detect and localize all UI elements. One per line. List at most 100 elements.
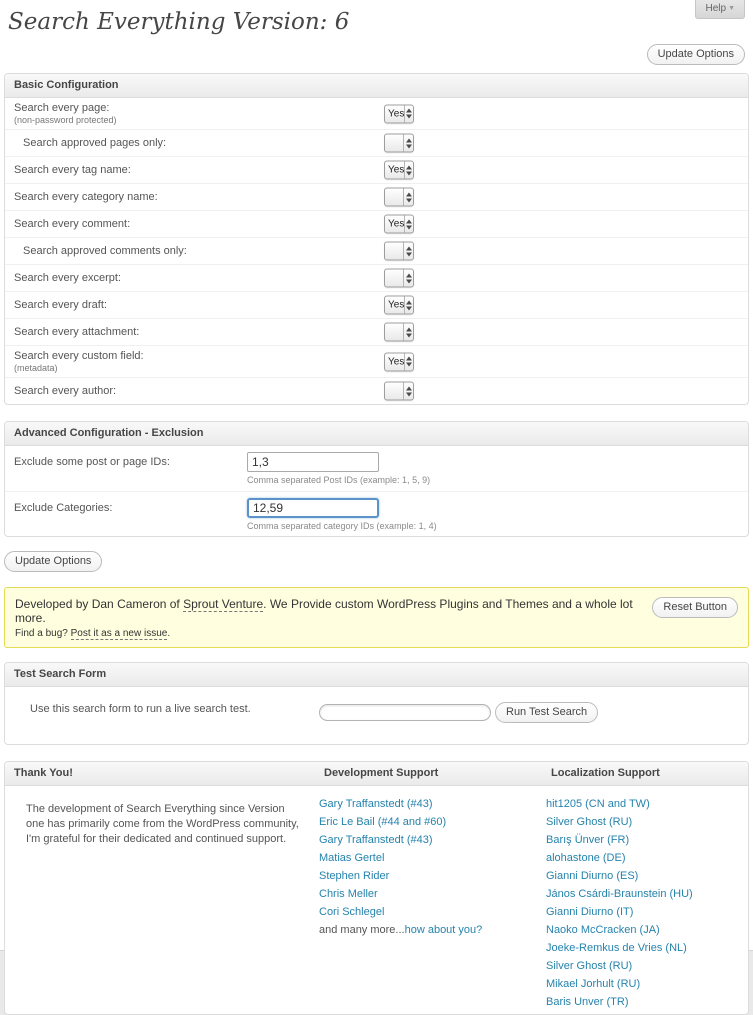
admin-page: Help▼ Search Everything Version: 6 Updat… bbox=[0, 0, 753, 951]
select-value: Yes bbox=[385, 216, 404, 233]
notice-line1: Developed by Dan Cameron of Sprout Ventu… bbox=[15, 597, 658, 625]
config-row-select[interactable]: Yes bbox=[384, 215, 414, 234]
notice-line2-pre: Find a bug? bbox=[15, 628, 71, 639]
select-stepper-icon bbox=[404, 353, 413, 370]
test-search-input[interactable] bbox=[319, 704, 491, 721]
config-row-sublabel: (non-password protected) bbox=[14, 115, 748, 125]
localization-support-link[interactable]: Silver Ghost (RU) bbox=[546, 816, 748, 828]
config-row: Search every category name: bbox=[5, 183, 748, 210]
config-row: Search every author: bbox=[5, 377, 748, 404]
config-row-label: Search every category name: bbox=[14, 191, 748, 203]
development-support-link[interactable]: Chris Meller bbox=[319, 888, 542, 900]
post-new-issue-link[interactable]: Post it as a new issue bbox=[71, 628, 168, 640]
thank-you-panel: Thank You! Development Support Localizat… bbox=[4, 761, 749, 1015]
development-support-link[interactable]: Cori Schlegel bbox=[319, 906, 542, 918]
localization-support-link[interactable]: hit1205 (CN and TW) bbox=[546, 798, 748, 810]
reset-button[interactable]: Reset Button bbox=[652, 597, 738, 618]
config-row-label: Search every draft: bbox=[14, 299, 748, 311]
chevron-down-icon: ▼ bbox=[728, 5, 735, 12]
sprout-venture-link[interactable]: Sprout Venture bbox=[183, 597, 263, 612]
exclusion-row: Exclude some post or page IDs: Comma sep… bbox=[5, 446, 748, 491]
more-line: and many more...how about you? bbox=[319, 924, 542, 936]
development-support-links: Gary Traffanstedt (#43) Eric Le Bail (#44… bbox=[315, 786, 542, 1014]
config-row-select[interactable]: Yes bbox=[384, 296, 414, 315]
test-search-description: Use this search form to run a live searc… bbox=[30, 703, 251, 715]
config-row-select[interactable] bbox=[384, 242, 414, 261]
localization-support-link[interactable]: János Csárdi-Braunstein (HU) bbox=[546, 888, 748, 900]
config-row-label: Search every comment: bbox=[14, 218, 748, 230]
select-stepper-icon bbox=[403, 135, 413, 152]
config-row-select[interactable] bbox=[384, 134, 414, 153]
config-row: Search every draft: Yes bbox=[5, 291, 748, 318]
localization-support-link[interactable]: Gianni Diurno (ES) bbox=[546, 870, 748, 882]
config-row: Search every tag name: Yes bbox=[5, 156, 748, 183]
basic-config-rows: Search every page: (non-password protect… bbox=[5, 98, 748, 404]
development-support-link[interactable]: Matias Gertel bbox=[319, 852, 542, 864]
config-row-select[interactable]: Yes bbox=[384, 104, 414, 123]
development-support-link[interactable]: Gary Traffanstedt (#43) bbox=[319, 834, 542, 846]
localization-support-link[interactable]: Baris Unver (TR) bbox=[546, 996, 748, 1008]
notice-line2-post: . bbox=[167, 628, 170, 639]
development-support-link[interactable]: Stephen Rider bbox=[319, 870, 542, 882]
thank-you-paragraph: The development of Search Everything sin… bbox=[5, 786, 315, 1014]
select-value: Yes bbox=[385, 162, 404, 179]
update-options-button-top[interactable]: Update Options bbox=[647, 44, 745, 65]
select-value: Yes bbox=[385, 353, 404, 370]
exclusion-row-field: Comma separated category IDs (example: 1… bbox=[247, 498, 437, 531]
select-value bbox=[385, 135, 403, 152]
advanced-configuration-panel: Advanced Configuration - Exclusion Exclu… bbox=[4, 421, 749, 537]
exclusion-input[interactable] bbox=[247, 452, 379, 472]
select-stepper-icon bbox=[403, 270, 413, 287]
help-label: Help bbox=[705, 3, 726, 14]
config-row: Search every page: (non-password protect… bbox=[5, 98, 748, 129]
config-row-select[interactable] bbox=[384, 188, 414, 207]
bottom-actions: Update Options bbox=[0, 537, 753, 572]
select-value bbox=[385, 189, 403, 206]
test-search-field: Run Test Search bbox=[319, 702, 598, 723]
thank-you-title: Thank You! bbox=[5, 762, 315, 785]
config-row: Search every custom field: (metadata) Ye… bbox=[5, 345, 748, 377]
config-row-label: Search every author: bbox=[14, 385, 748, 397]
select-value bbox=[385, 243, 403, 260]
top-actions: Update Options bbox=[0, 35, 753, 73]
localization-support-link[interactable]: alohastone (DE) bbox=[546, 852, 748, 864]
localization-support-link[interactable]: Mikael Jorhult (RU) bbox=[546, 978, 748, 990]
update-options-button-bottom[interactable]: Update Options bbox=[4, 551, 102, 572]
test-search-panel: Test Search Form Use this search form to… bbox=[4, 662, 749, 745]
test-search-header: Test Search Form bbox=[5, 663, 748, 687]
config-row: Search every comment: Yes bbox=[5, 210, 748, 237]
config-row-select[interactable]: Yes bbox=[384, 352, 414, 371]
run-test-search-button[interactable]: Run Test Search bbox=[495, 702, 598, 723]
select-value bbox=[385, 383, 403, 400]
config-row-label: Search every custom field: bbox=[14, 350, 748, 362]
exclusion-row: Exclude Categories: Comma separated cate… bbox=[5, 491, 748, 536]
localization-support-link[interactable]: Barış Ünver (FR) bbox=[546, 834, 748, 846]
basic-configuration-header: Basic Configuration bbox=[5, 74, 748, 98]
config-row-select[interactable] bbox=[384, 269, 414, 288]
localization-support-link[interactable]: Silver Ghost (RU) bbox=[546, 960, 748, 972]
config-row-sublabel: (metadata) bbox=[14, 363, 748, 373]
select-stepper-icon bbox=[404, 297, 413, 314]
exclusion-helper-text: Comma separated Post IDs (example: 1, 5,… bbox=[247, 475, 430, 485]
localization-support-link[interactable]: Joeke-Remkus de Vries (NL) bbox=[546, 942, 748, 954]
how-about-you-link[interactable]: how about you? bbox=[405, 924, 483, 936]
config-row: Search approved pages only: bbox=[5, 129, 748, 156]
select-stepper-icon bbox=[404, 216, 413, 233]
config-row-select[interactable]: Yes bbox=[384, 161, 414, 180]
select-stepper-icon bbox=[403, 189, 413, 206]
select-value bbox=[385, 324, 403, 341]
config-row: Search approved comments only: bbox=[5, 237, 748, 264]
development-support-link[interactable]: Eric Le Bail (#44 and #60) bbox=[319, 816, 542, 828]
thank-you-header-bar: Thank You! Development Support Localizat… bbox=[5, 762, 748, 786]
config-row-select[interactable] bbox=[384, 382, 414, 401]
localization-support-link[interactable]: Naoko McCracken (JA) bbox=[546, 924, 748, 936]
advanced-config-rows: Exclude some post or page IDs: Comma sep… bbox=[5, 446, 748, 536]
exclusion-helper-text: Comma separated category IDs (example: 1… bbox=[247, 521, 437, 531]
select-stepper-icon bbox=[403, 324, 413, 341]
notice-line1-pre: Developed by Dan Cameron of bbox=[15, 597, 183, 611]
config-row-select[interactable] bbox=[384, 323, 414, 342]
development-support-link[interactable]: Gary Traffanstedt (#43) bbox=[319, 798, 542, 810]
localization-support-link[interactable]: Gianni Diurno (IT) bbox=[546, 906, 748, 918]
help-tab[interactable]: Help▼ bbox=[695, 0, 745, 19]
exclusion-input[interactable] bbox=[247, 498, 379, 518]
